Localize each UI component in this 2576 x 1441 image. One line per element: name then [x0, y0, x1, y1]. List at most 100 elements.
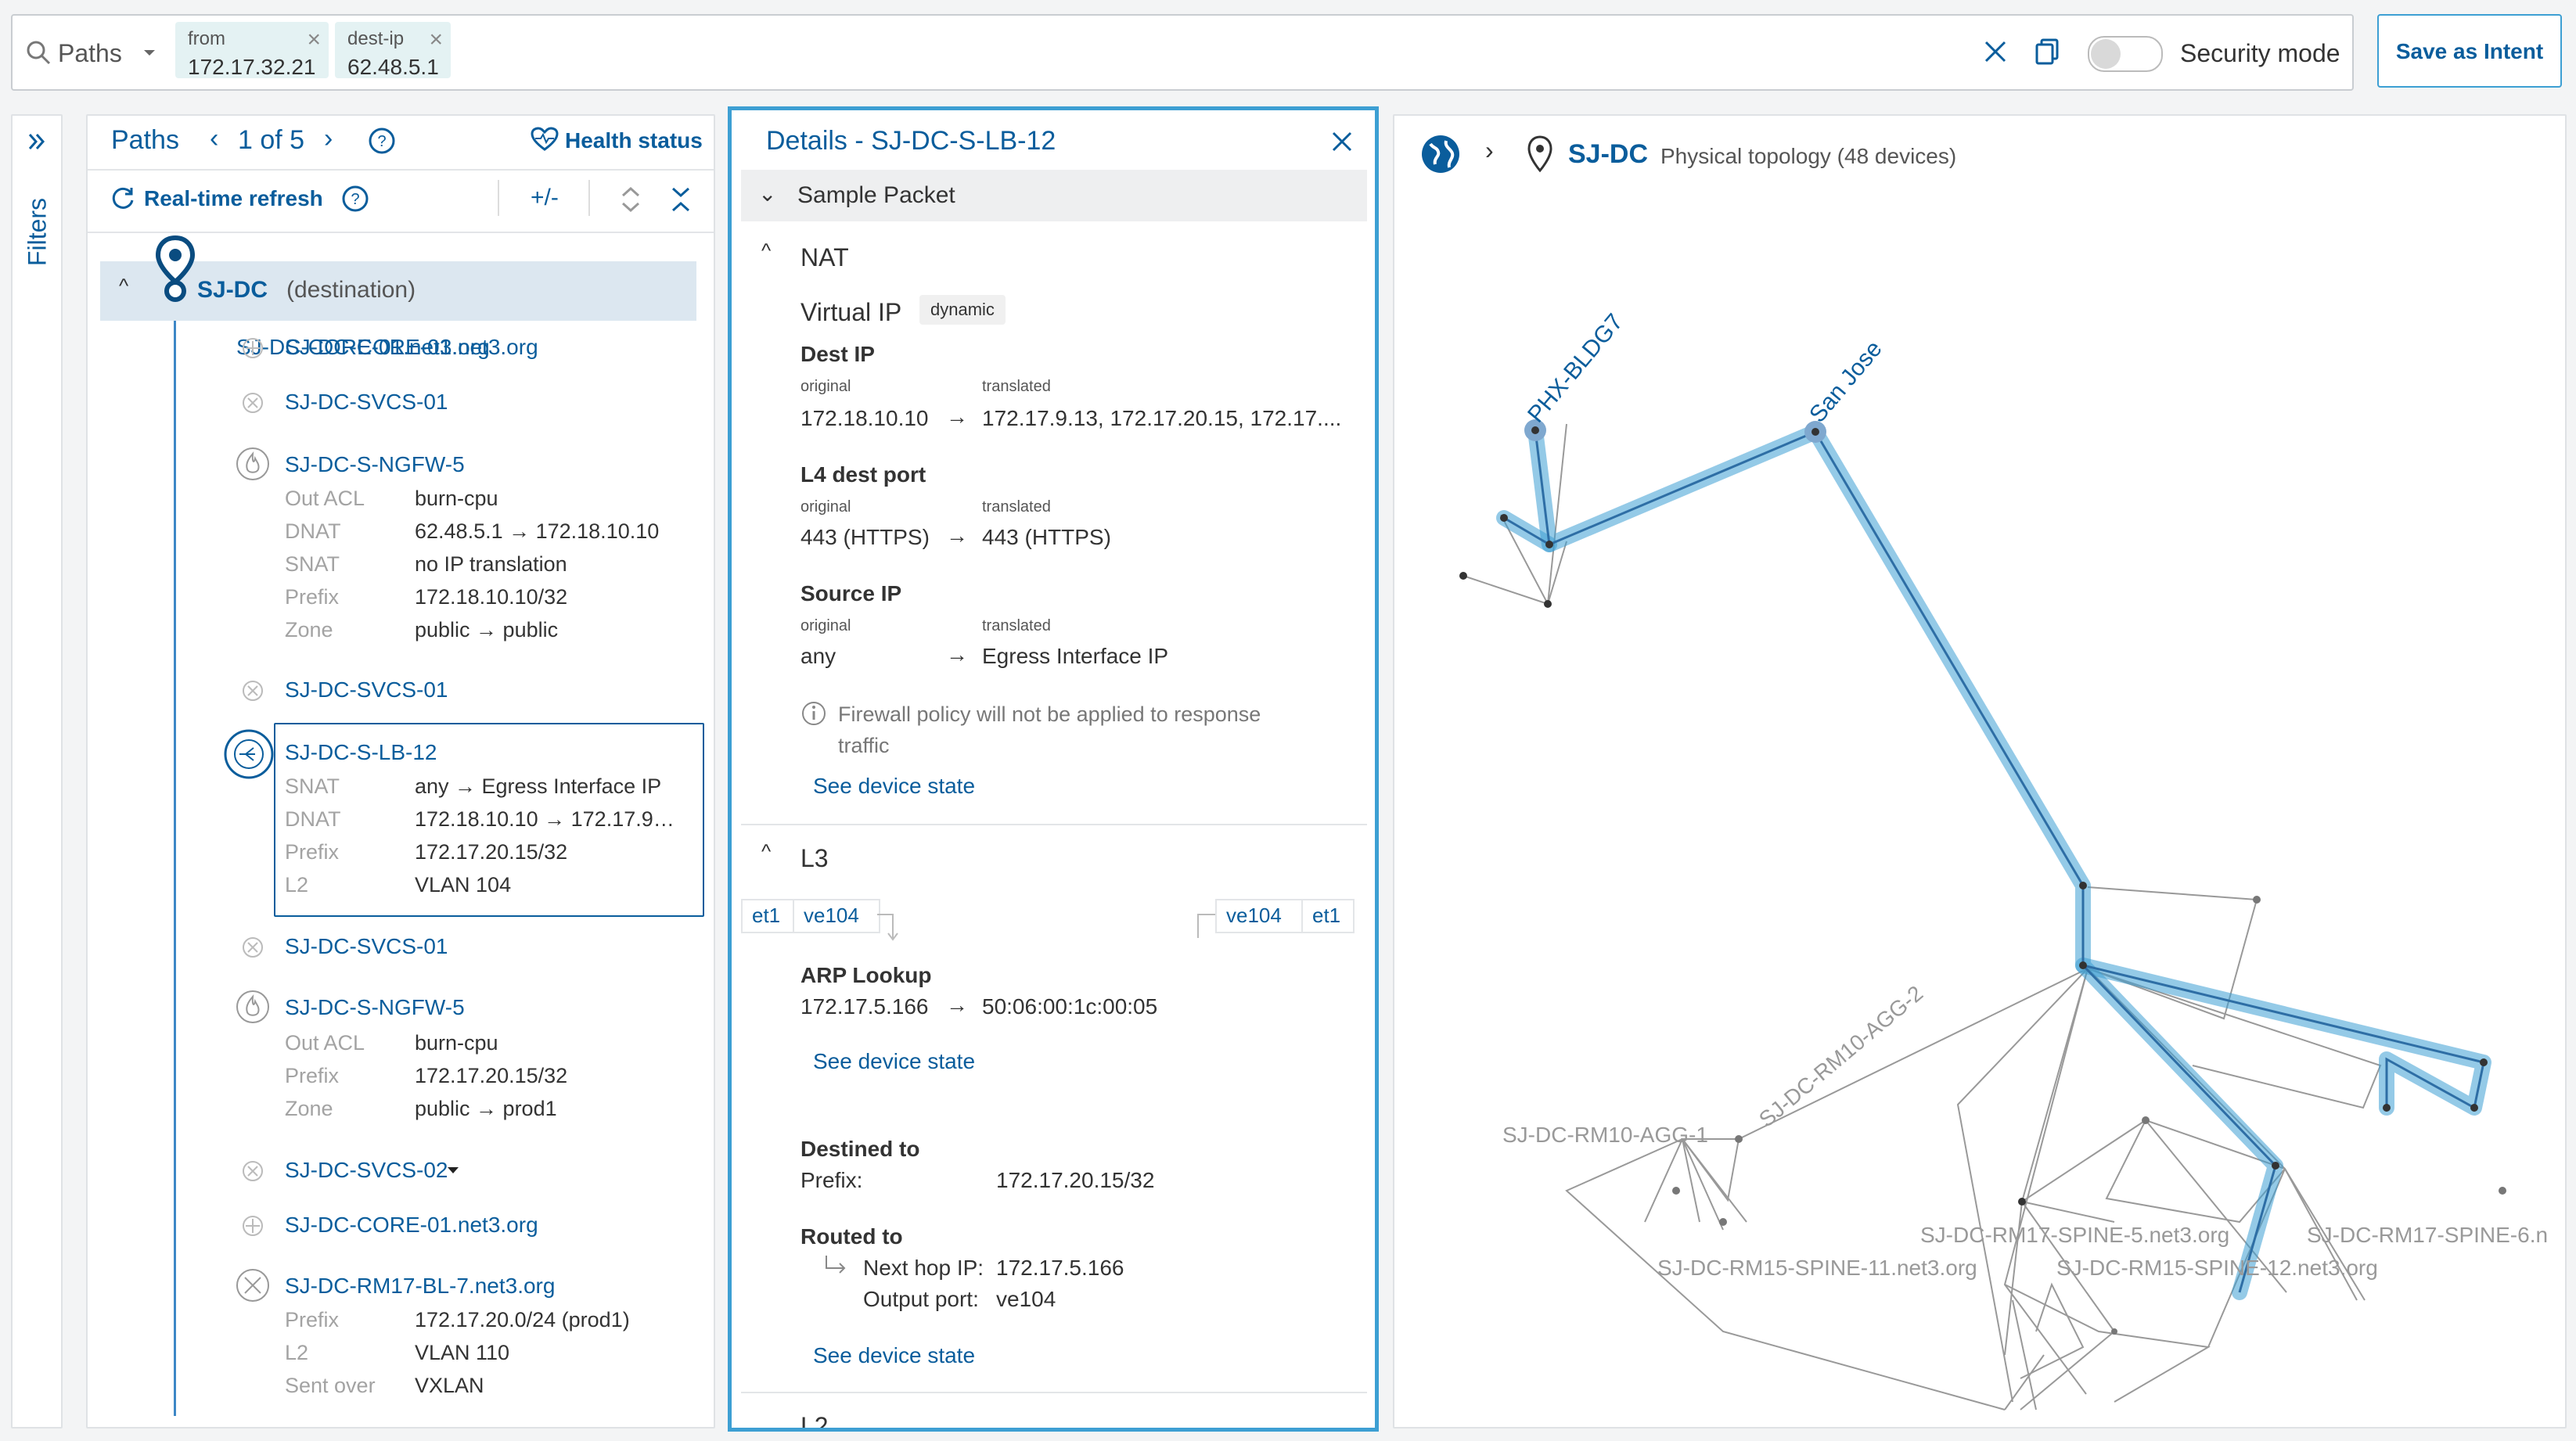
health-status-link[interactable]: Health status: [565, 128, 703, 153]
see-device-state-link[interactable]: See device state: [813, 774, 975, 799]
arrow-right-icon: →: [946, 404, 968, 429]
divider: [88, 169, 714, 171]
hop-detail: Prefix 172.18.10.10/32: [285, 585, 567, 609]
copy-icon[interactable]: [2035, 38, 2061, 66]
security-mode-toggle[interactable]: [2088, 36, 2163, 72]
hop-detail: SNAT any → Egress Interface IP: [285, 774, 661, 799]
clear-search-icon[interactable]: [1983, 39, 2008, 64]
switch-icon: [243, 681, 263, 701]
svg-text:?: ?: [377, 133, 386, 150]
detail-value: 172.17.20.15/32: [415, 1064, 568, 1087]
hop-detail: Out ACL burn-cpu: [285, 487, 498, 511]
hop-name[interactable]: SJ-DC-CORE-01.net3.org: [285, 1213, 538, 1238]
detail-value: any → Egress Interface IP: [415, 774, 662, 798]
health-heart-icon: [531, 127, 559, 151]
chevron-up-icon[interactable]: ^: [761, 839, 771, 864]
prev-path-icon[interactable]: ‹: [210, 124, 218, 154]
interface-label[interactable]: et1: [752, 904, 780, 928]
detail-key: DNAT: [285, 519, 341, 543]
detail-value: 172.17.20.0/24 (prod1): [415, 1308, 630, 1331]
arp-mac: 50:06:00:1c:00:05: [982, 994, 1158, 1019]
help-icon[interactable]: ?: [341, 185, 369, 213]
chip-value: 62.48.5.1: [347, 55, 439, 79]
hop-detail: Zone public → public: [285, 618, 558, 642]
hop-name[interactable]: SJ-DC-SVCS-01: [285, 677, 448, 703]
output-port-label: Output port:: [863, 1287, 979, 1311]
router-icon: [243, 1216, 263, 1236]
ingress-interface-tag: et1: [741, 899, 794, 933]
interface-label[interactable]: et1: [1312, 904, 1340, 928]
topology-label-spine5: SJ-DC-RM17-SPINE-5.net3.org: [1920, 1223, 2229, 1247]
port-title: L4 dest port: [801, 462, 926, 487]
router-icon: [243, 338, 263, 358]
divider: [741, 824, 1367, 825]
arrow-right-icon: →: [946, 642, 968, 667]
topology-label-agg1: SJ-DC-RM10-AGG-1: [1502, 1123, 1708, 1147]
firewall-icon: [236, 990, 269, 1023]
real-time-refresh-link[interactable]: Real-time refresh: [144, 186, 323, 211]
arp-title: ARP Lookup: [801, 963, 932, 987]
collapse-all-icon[interactable]: [670, 186, 692, 213]
detail-key: Prefix: [285, 585, 340, 609]
flow-connector-icon: [877, 914, 898, 941]
detail-key: SNAT: [285, 552, 340, 576]
topology-panel[interactable]: › SJ-DC Physical topology (48 devices) P…: [1393, 114, 2567, 1428]
detail-value: burn-cpu: [415, 1031, 498, 1055]
hop-name[interactable]: SJ-DC-CORE-01.net3.org: [285, 335, 538, 360]
sample-packet-header[interactable]: ⌄ Sample Packet: [741, 170, 1367, 221]
expand-all-icon[interactable]: [620, 186, 642, 213]
close-icon[interactable]: ×: [307, 27, 321, 53]
save-as-intent-button[interactable]: Save as Intent: [2377, 14, 2562, 88]
next-hop-value: 172.17.5.166: [996, 1256, 1124, 1280]
toggle-knob: [2091, 39, 2121, 69]
detail-value: 172.17.20.15/32: [415, 840, 568, 864]
close-icon[interactable]: ×: [429, 27, 443, 53]
refresh-icon[interactable]: [110, 185, 136, 211]
close-icon[interactable]: [1331, 131, 1353, 153]
source-ip-original: any: [801, 644, 836, 668]
chevron-up-icon[interactable]: ^: [761, 239, 771, 263]
translated-label: translated: [982, 378, 1051, 395]
sub-arrow-icon: [826, 1256, 846, 1274]
original-label: original: [801, 617, 851, 634]
next-path-icon[interactable]: ›: [324, 124, 333, 154]
highlighted-path: [1496, 422, 2491, 1300]
filter-chip-dest-ip[interactable]: dest-ip 62.48.5.1 ×: [335, 22, 451, 79]
see-device-state-link[interactable]: See device state: [813, 1343, 975, 1368]
hop-name[interactable]: SJ-DC-S-NGFW-5: [285, 995, 465, 1020]
filters-sidebar[interactable]: Filters: [11, 114, 63, 1428]
vlan-label[interactable]: ve104: [1226, 904, 1282, 928]
topology-graph[interactable]: PHX-BLDG7 San Jose SJ-DC-RM10-AGG-2 SJ-D…: [1394, 116, 2565, 1427]
switch-icon: [243, 937, 263, 958]
info-icon: [802, 702, 826, 725]
vlan-label[interactable]: ve104: [804, 904, 859, 928]
l3-title: L3: [801, 844, 829, 872]
hop-name[interactable]: SJ-DC-RM17-BL-7.net3.org: [285, 1274, 555, 1299]
next-hop-label: Next hop IP:: [863, 1256, 984, 1280]
toolbar-divider: [498, 180, 499, 216]
hop-name[interactable]: SJ-DC-SVCS-01: [285, 390, 448, 415]
hop-name[interactable]: SJ-DC-S-LB-12: [285, 740, 437, 765]
detail-key: Prefix: [285, 1308, 340, 1331]
chevron-up-icon[interactable]: ^: [119, 274, 128, 298]
hop-name[interactable]: SJ-DC-S-NGFW-5: [285, 452, 465, 477]
chip-key: from: [188, 28, 225, 49]
hop-detail: Prefix 172.17.20.0/24 (prod1): [285, 1308, 630, 1332]
paths-title: Paths: [111, 125, 179, 155]
dest-ip-translated: 172.17.9.13, 172.17.20.15, 172.17....: [982, 406, 1342, 430]
see-device-state-link[interactable]: See device state: [813, 1049, 975, 1074]
hop-name[interactable]: SJ-DC-SVCS-01: [285, 934, 448, 959]
divider: [88, 232, 714, 233]
double-chevron-right-icon[interactable]: [27, 131, 47, 152]
arrow-right-icon: →: [946, 993, 968, 1017]
paths-mode-select[interactable]: Paths: [11, 14, 167, 88]
filter-chip-from[interactable]: from 172.17.32.21 ×: [175, 22, 329, 79]
detail-key: SNAT: [285, 774, 340, 798]
chip-value: 172.17.32.21: [188, 55, 316, 79]
detail-value: no IP translation: [415, 552, 567, 576]
help-icon[interactable]: ?: [368, 127, 396, 155]
expand-toggle-button[interactable]: +/-: [531, 185, 559, 211]
hop-name[interactable]: SJ-DC-SVCS-02: [285, 1158, 448, 1183]
caret-down-icon[interactable]: [446, 1166, 460, 1175]
filters-label[interactable]: Filters: [23, 193, 52, 271]
